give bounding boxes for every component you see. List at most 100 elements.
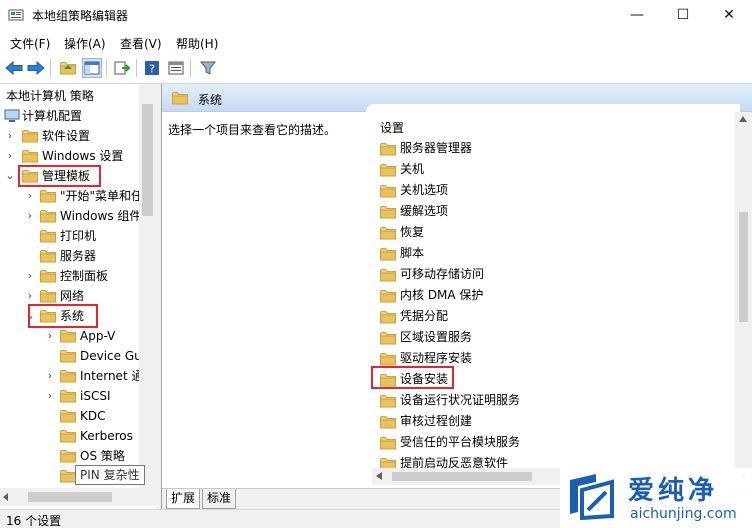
tree-item-label: KDC [80,409,106,423]
tree-item-label: Device Gu [80,349,142,363]
folder-icon [380,352,396,366]
list-item-label: 关机选项 [400,183,449,197]
folder-icon [380,268,396,282]
tab-extended[interactable]: 扩展 [166,489,201,509]
folder-icon [40,309,56,323]
watermark-text: 爱纯净 [628,476,719,506]
folder-icon [40,209,56,223]
chevron-right-icon[interactable]: › [24,266,36,286]
list-item-label: 缓解选项 [400,204,449,218]
chevron-right-icon[interactable]: › [4,146,16,166]
list-item-label: 审核过程创建 [400,414,473,428]
filter-icon [200,61,216,75]
tree-vertical-scroll-thumb[interactable] [142,104,153,216]
tree-item-label: 计算机配置 [22,109,83,123]
tree-item-label: 服务器 [60,249,97,263]
chevron-right-icon[interactable]: › [24,186,36,206]
window-title: 本地组策略编辑器 [32,9,129,23]
menu-file[interactable]: 文件(F) [10,35,50,52]
folder-icon [380,415,396,429]
minimize-icon: — [630,7,644,23]
chevron-right-icon[interactable]: › [44,386,56,406]
toolbar-separator [190,59,191,77]
chevron-right-icon[interactable]: › [44,366,56,386]
folder-icon [380,373,396,387]
watermark: 爱纯净 aichunjing.com [560,468,752,528]
list-item-label: 设备运行状况证明服务 [400,393,521,407]
list-item-label: 驱动程序安装 [400,351,473,365]
folder-icon [40,249,56,263]
show-hide-tree-button[interactable] [82,58,102,78]
folder-icon [380,331,396,345]
list-vertical-scroll-thumb[interactable] [739,212,748,322]
back-button[interactable] [4,58,24,78]
menu-action[interactable]: 操作(A) [64,35,106,52]
watermark-logo-icon [570,474,614,520]
help-icon: ? [145,61,159,76]
tree-item-label: 管理模板 [42,169,91,183]
folder-icon [380,394,396,408]
tree-horizontal-scrollbar[interactable] [0,488,156,506]
forward-button[interactable] [26,58,46,78]
back-arrow-icon [5,61,23,75]
svg-text:?: ? [149,63,155,76]
folder-icon [40,289,56,303]
chevron-down-icon[interactable]: ⌄ [24,306,36,326]
settings-list: 设置 服务器管理器 关机 关机选项 缓解选项 恢复 脚本 可移动存储访问 内核 DMA 保护凭… [366,104,740,488]
chevron-down-icon[interactable]: ⌄ [4,166,16,186]
list-horizontal-scroll-thumb[interactable] [392,472,532,481]
details-pane: 系统 选择一个项目来查看它的描述。 设置 服务器管理器 关机 关机选项 缓解选项 恢复脚… [161,84,752,510]
computer-icon [4,109,20,122]
tree-item-label: iSCSI [80,389,111,403]
list-item-label: 关机 [400,162,425,176]
export-list-button[interactable] [112,58,132,78]
description-text: 选择一个项目来查看它的描述。 [168,123,337,137]
folder-icon [60,369,76,383]
list-vertical-scrollbar[interactable] [735,112,752,488]
chevron-right-icon[interactable]: › [44,326,56,346]
minimize-button[interactable]: — [614,0,660,30]
close-button[interactable]: ✕ [706,0,752,30]
main-content: 本地计算机 策略 计算机配置 › 软件设置 › Windows 设置 ⌄ 管理模… [0,83,752,510]
help-button[interactable]: ? [142,58,162,78]
group-policy-app-icon [8,9,24,21]
folder-icon [380,163,396,177]
filter-button[interactable] [198,58,218,78]
list-item-label: 凭据分配 [400,309,449,323]
maximize-button[interactable]: ☐ [660,0,706,30]
maximize-icon: ☐ [676,7,690,23]
chevron-right-icon[interactable]: › [24,286,36,306]
scroll-up-arrow-icon[interactable] [739,116,747,122]
up-one-level-button[interactable] [58,58,78,78]
tree-item-label: 网络 [60,289,85,303]
tree-horizontal-scroll-thumb[interactable] [28,492,112,502]
title-bar: 本地组策略编辑器 — ☐ ✕ [0,0,752,30]
folder-icon [22,149,38,163]
folder-icon [60,469,76,483]
scroll-left-arrow-icon[interactable] [3,493,9,501]
up-folder-icon [60,61,76,75]
close-icon: ✕ [723,7,735,23]
list-item-label: 服务器管理器 [400,141,473,155]
toolbar-separator [136,59,137,77]
tree-item-label: Windows 设置 [42,149,124,163]
folder-icon [60,449,76,463]
chevron-right-icon[interactable]: › [24,206,36,226]
tree-item-label: Kerberos [80,429,133,443]
tab-standard[interactable]: 标准 [202,489,237,509]
list-item-label: 恢复 [400,225,425,239]
toolbar-separator [106,59,107,77]
scroll-left-arrow-icon[interactable] [376,472,382,480]
menu-view[interactable]: 查看(V) [120,35,162,52]
list-item-label: 内核 DMA 保护 [400,288,484,302]
folder-icon [380,289,396,303]
folder-icon [60,329,76,343]
list-item-label: 设备安装 [400,372,449,386]
menu-help[interactable]: 帮助(H) [176,35,218,52]
column-header-setting[interactable]: 设置 [380,119,404,136]
tree-vertical-scrollbar[interactable] [139,84,156,488]
folder-icon [380,436,396,450]
properties-button[interactable] [166,58,186,78]
list-item-label: 受信任的平台模块服务 [400,435,521,449]
chevron-right-icon[interactable]: › [4,126,16,146]
